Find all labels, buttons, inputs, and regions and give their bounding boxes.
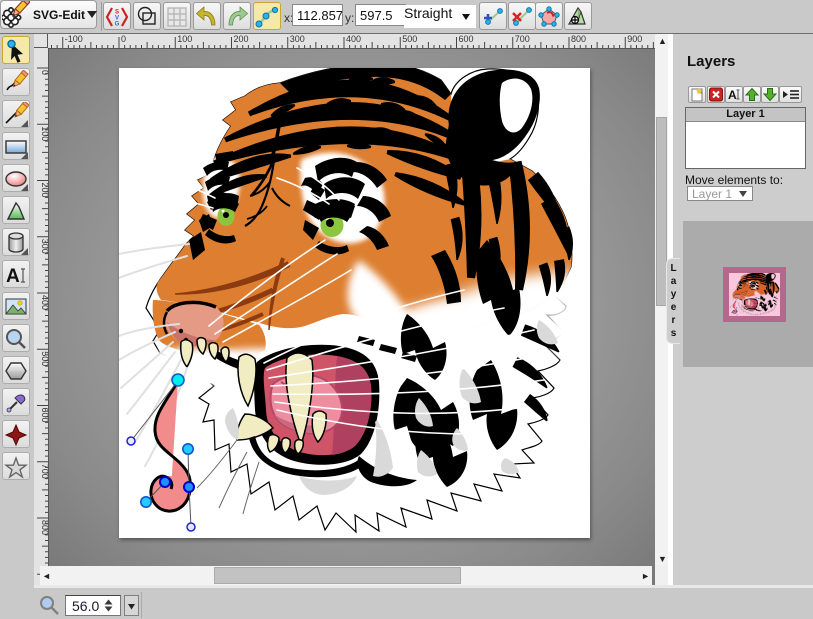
svg-text:300: 300 [40, 239, 48, 254]
svg-text:500: 500 [402, 34, 417, 44]
svg-text:500: 500 [40, 351, 48, 366]
svg-text:G: G [115, 22, 120, 28]
svg-text:400: 400 [346, 34, 361, 44]
svg-text:600: 600 [459, 34, 474, 44]
svg-text:100: 100 [177, 34, 192, 44]
svg-text:200: 200 [234, 34, 249, 44]
svg-text:600: 600 [40, 408, 48, 423]
svg-text:A: A [6, 266, 20, 287]
svg-text:700: 700 [515, 34, 530, 44]
svg-text:0: 0 [40, 70, 48, 75]
svg-text:100: 100 [40, 126, 48, 141]
svg-text:400: 400 [40, 295, 48, 310]
svg-text:0: 0 [121, 34, 126, 44]
svg-text:800: 800 [571, 34, 586, 44]
svg-text:700: 700 [40, 464, 48, 479]
svg-text:A: A [728, 88, 737, 102]
svg-text:300: 300 [290, 34, 305, 44]
svg-text:800: 800 [40, 520, 48, 535]
svg-text:200: 200 [40, 183, 48, 198]
svg-text:-100: -100 [65, 34, 83, 44]
svg-text:900: 900 [627, 34, 642, 44]
